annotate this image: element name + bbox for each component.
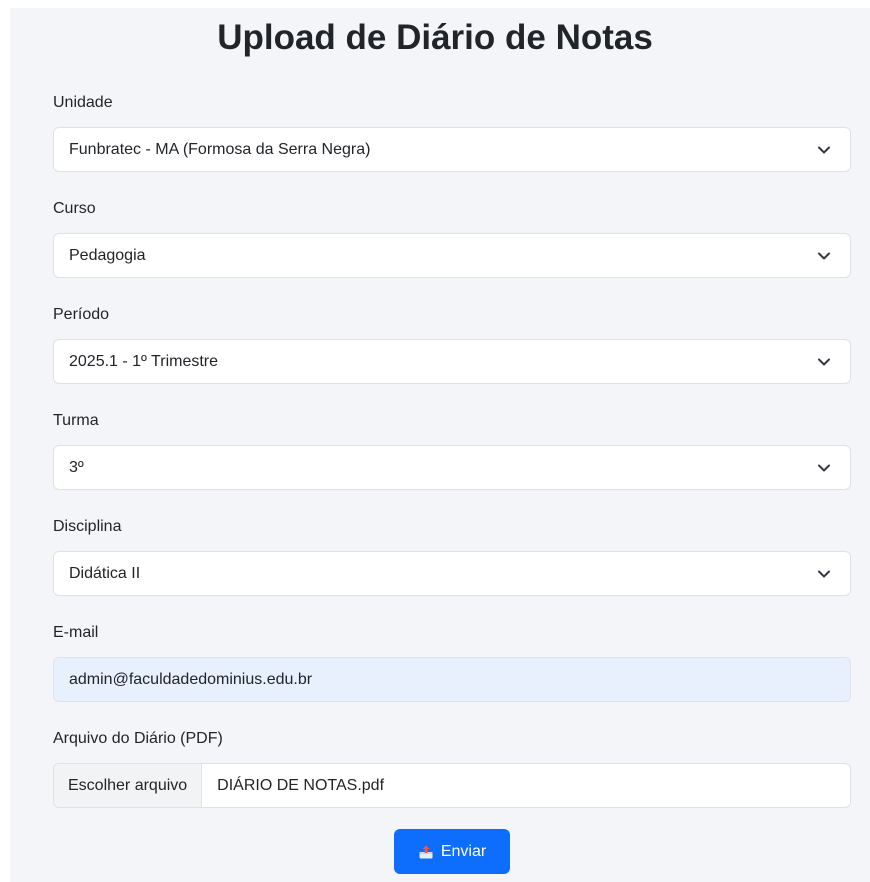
page-title: Upload de Diário de Notas: [217, 18, 653, 57]
periodo-value: 2025.1 - 1º Trimestre: [69, 352, 219, 370]
curso-label: Curso: [53, 200, 96, 217]
disciplina-label: Disciplina: [53, 518, 122, 535]
unidade-select[interactable]: Funbratec - MA (Formosa da Serra Negra): [53, 127, 851, 172]
disciplina-value: Didática II: [69, 564, 141, 582]
chevron-down-icon: [818, 144, 830, 156]
email-label: E-mail: [53, 624, 99, 641]
submit-button[interactable]: Enviar: [394, 829, 510, 874]
turma-value: 3º: [69, 458, 84, 476]
choose-file-button[interactable]: Escolher arquivo: [54, 764, 203, 807]
email-value: admin@faculdadedominius.edu.br: [69, 670, 313, 688]
unidade-label: Unidade: [53, 94, 113, 111]
chevron-down-icon: [818, 462, 830, 474]
disciplina-select[interactable]: Didática II: [53, 551, 851, 596]
arquivo-label: Arquivo do Diário (PDF): [53, 730, 223, 747]
turma-select[interactable]: 3º: [53, 445, 851, 490]
email-field[interactable]: admin@faculdadedominius.edu.br: [53, 657, 851, 702]
chevron-down-icon: [818, 250, 830, 262]
curso-value: Pedagogia: [69, 246, 146, 264]
periodo-select[interactable]: 2025.1 - 1º Trimestre: [53, 339, 851, 384]
chevron-down-icon: [818, 568, 830, 580]
submit-label: Enviar: [440, 842, 487, 860]
turma-label: Turma: [53, 412, 99, 429]
chevron-down-icon: [818, 356, 830, 368]
periodo-label: Período: [53, 306, 110, 323]
curso-select[interactable]: Pedagogia: [53, 233, 851, 278]
unidade-value: Funbratec - MA (Formosa da Serra Negra): [69, 140, 371, 158]
file-input[interactable]: Escolher arquivo DIÁRIO DE NOTAS.pdf: [53, 763, 851, 808]
selected-filename: DIÁRIO DE NOTAS.pdf: [217, 776, 385, 794]
inbox-upload-icon: [418, 844, 434, 860]
